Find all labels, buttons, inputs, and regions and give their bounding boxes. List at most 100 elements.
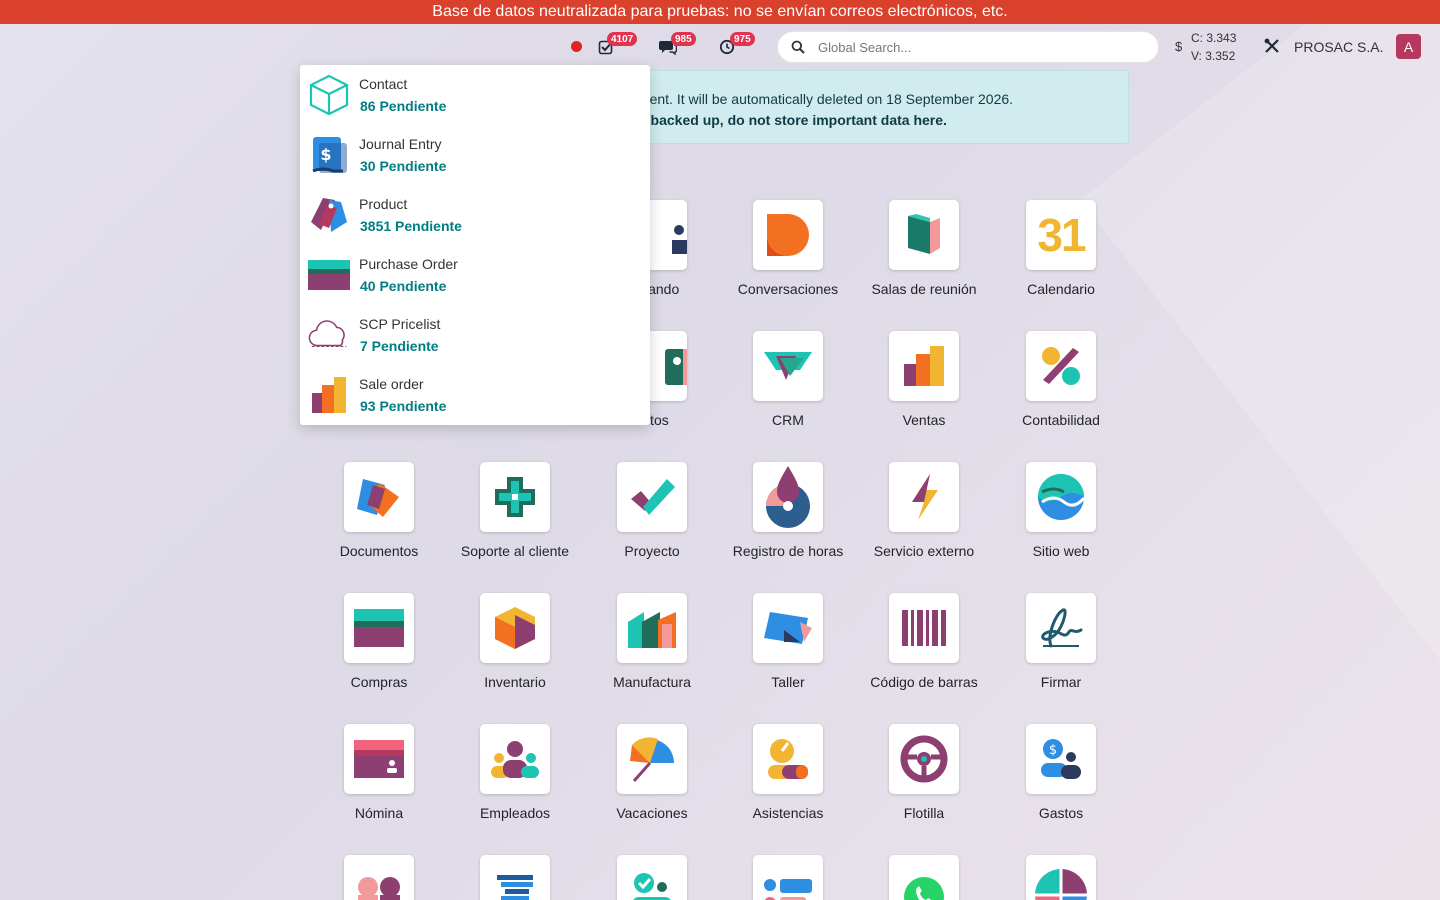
app-asistencias[interactable]: Asistencias [718,724,858,821]
payroll-icon [344,724,414,794]
activity-dropdown: Contact 86 Pendiente $ Journal Entry 30 … [300,65,650,425]
activity-item-journal-entry[interactable]: $ Journal Entry 30 Pendiente [300,125,650,185]
app-label: Firmar [1040,674,1082,690]
project-check-icon [617,462,687,532]
messages-button[interactable]: 985 [657,32,696,58]
app-row6-5[interactable] [854,855,994,900]
activity-count[interactable]: 86 Pendiente [360,98,446,114]
app-nomina[interactable]: Nómina [309,724,449,821]
appraisal-icon [617,855,687,900]
app-label: Empleados [479,805,551,821]
app-servicio-externo[interactable]: Servicio externo [854,462,994,559]
recording-indicator[interactable] [571,41,582,52]
app-label: CRM [772,412,804,428]
app-registro-horas[interactable]: Registro de horas [718,462,858,559]
barcode-icon [889,593,959,663]
app-empleados[interactable]: Empleados [445,724,585,821]
app-firmar[interactable]: Firmar [991,593,1131,690]
app-label: Inventario [484,674,546,690]
activity-name: Sale order [359,376,424,392]
activity-item-purchase-order[interactable]: Purchase Order 40 Pendiente [300,245,650,305]
meeting-room-icon [889,200,959,270]
messages-badge: 985 [671,32,696,46]
search-input[interactable] [818,39,1138,55]
crm-handshake-icon [753,331,823,401]
box-icon [308,74,350,116]
activity-item-scp-pricelist[interactable]: SCP Pricelist 7 Pendiente [300,305,650,365]
invoice-icon: $ [308,134,350,176]
app-label: Taller [771,674,805,690]
global-search[interactable] [777,31,1159,63]
user-avatar[interactable]: A [1396,34,1421,59]
fleet-steering-wheel-icon [889,724,959,794]
app-ventas[interactable]: Ventas [854,331,994,428]
activity-count[interactable]: 40 Pendiente [360,278,446,294]
app-row6-4[interactable] [718,855,858,900]
activity-item-contact[interactable]: Contact 86 Pendiente [300,65,650,125]
debug-tools-icon[interactable] [1263,37,1281,60]
activity-count[interactable]: 7 Pendiente [360,338,439,354]
app-inventario[interactable]: Inventario [445,593,585,690]
app-sitio-web[interactable]: Sitio web [991,462,1131,559]
kanban-icon [753,855,823,900]
app-label: Ventas [902,412,946,428]
app-label: Vacaciones [616,805,688,821]
app-contabilidad[interactable]: Contabilidad [991,331,1131,428]
timesheet-badge: 975 [730,32,755,46]
app-soporte[interactable]: Soporte al cliente [445,462,585,559]
app-crm[interactable]: CRM [718,331,858,428]
app-row6-3[interactable] [582,855,722,900]
attendance-icon [753,724,823,794]
purchase-card-icon [344,593,414,663]
helpdesk-cross-icon [480,462,550,532]
app-calendario[interactable]: 31 Calendario [991,200,1131,297]
timesheet-button[interactable]: 975 [716,32,755,58]
app-row6-2[interactable] [445,855,585,900]
currency-sign: $ [1175,39,1183,54]
timesheet-drop-icon [753,462,823,532]
background-stripe [1080,0,1440,900]
rate-buy: C: 3.343 [1191,31,1237,45]
app-vacaciones[interactable]: Vacaciones [582,724,722,821]
field-service-bolt-icon [889,462,959,532]
app-label: Salas de reunión [871,281,977,297]
app-documentos[interactable]: Documentos [309,462,449,559]
app-flotilla[interactable]: Flotilla [854,724,994,821]
activity-count[interactable]: 93 Pendiente [360,398,446,414]
app-codigo-barras[interactable]: Código de barras [854,593,994,690]
sales-chart-icon [889,331,959,401]
app-label: Proyecto [624,543,680,559]
calendar-icon: 31 [1026,200,1096,270]
app-manufactura[interactable]: Manufactura [582,593,722,690]
activities-button[interactable]: 4107 [595,32,638,58]
app-salas-reunion[interactable]: Salas de reunión [854,200,994,297]
app-conversaciones[interactable]: Conversaciones [718,200,858,297]
app-proyecto[interactable]: Proyecto [582,462,722,559]
accounting-percent-icon [1026,331,1096,401]
employees-icon [480,724,550,794]
manufacturing-icon [617,593,687,663]
app-taller[interactable]: Taller [718,593,858,690]
app-label: Manufactura [613,674,691,690]
app-label: Sitio web [1032,543,1090,559]
app-row6-1[interactable] [309,855,449,900]
svg-text:$: $ [320,145,331,164]
app-label: Código de barras [870,674,978,690]
activity-count[interactable]: 3851 Pendiente [360,218,462,234]
app-label: Calendario [1027,281,1095,297]
app-label: Contabilidad [1022,412,1100,428]
activity-count[interactable]: 30 Pendiente [360,158,446,174]
signature-icon [1026,593,1096,663]
activity-name: SCP Pricelist [359,316,441,332]
activity-item-sale-order[interactable]: Sale order 93 Pendiente [300,365,650,425]
exchange-rates: C: 3.343 V: 3.352 [1191,29,1236,65]
activity-item-product[interactable]: Product 3851 Pendiente [300,185,650,245]
company-name[interactable]: PROSAC S.A. [1294,39,1383,55]
chart-icon [308,374,350,416]
app-row6-6[interactable] [991,855,1131,900]
discuss-icon [753,200,823,270]
app-gastos[interactable]: $ Gastos [991,724,1131,821]
app-compras[interactable]: Compras [309,593,449,690]
app-label: Soporte al cliente [460,543,570,559]
calendar-day: 31 [1037,209,1086,261]
